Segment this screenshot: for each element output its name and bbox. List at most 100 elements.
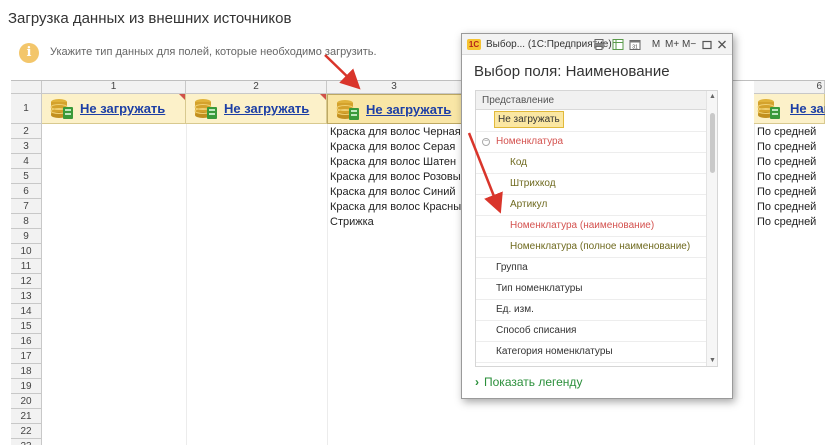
collapse-icon[interactable]: − [482, 138, 490, 146]
grid-cell[interactable]: По средней [757, 216, 816, 228]
row-header[interactable]: 8 [11, 214, 42, 229]
field-cell-3[interactable]: Не загружать [327, 94, 462, 124]
app-logo-icon: 1С [467, 39, 481, 50]
column-header-6[interactable]: 6 [754, 81, 825, 94]
grid-cell[interactable]: По средней [757, 156, 816, 168]
list-item[interactable]: Группа [476, 258, 706, 279]
row-header[interactable]: 5 [11, 169, 42, 184]
list-item-label: Тип номенклатуры [496, 283, 583, 294]
row-header[interactable]: 22 [11, 424, 42, 439]
row-header[interactable]: 3 [11, 139, 42, 154]
svg-text:31: 31 [632, 45, 638, 51]
info-icon: i [19, 43, 39, 63]
list-item[interactable]: Артикул [476, 195, 706, 216]
scroll-up-icon[interactable]: ▲ [708, 92, 717, 101]
grid-cell[interactable]: По средней [757, 126, 816, 138]
field-cell-2[interactable]: Не загружать [186, 94, 327, 124]
field-cell-6[interactable]: Не загружать [754, 94, 825, 124]
row-header[interactable]: 18 [11, 364, 42, 379]
calendar-icon[interactable]: 31 [629, 38, 641, 51]
row-header[interactable]: 2 [11, 124, 42, 139]
row-header[interactable]: 7 [11, 199, 42, 214]
dialog-heading: Выбор поля: Наименование [474, 63, 670, 80]
row-header[interactable]: 15 [11, 319, 42, 334]
row-header[interactable]: 1 [11, 94, 42, 124]
grid-cell[interactable]: По средней [757, 201, 816, 213]
hint-text: Укажите тип данных для полей, которые не… [50, 46, 377, 58]
list-item-label: Код [510, 157, 528, 168]
print-icon[interactable] [593, 38, 605, 51]
grid-cell[interactable]: Краска для волос Серая [330, 141, 455, 153]
list-item[interactable]: Не загружать [476, 111, 706, 132]
list-item[interactable]: П... (НДС...) [476, 363, 706, 366]
list-item[interactable]: Код [476, 153, 706, 174]
close-icon[interactable] [717, 38, 727, 51]
database-icon [757, 99, 780, 119]
list-item-label: Номенклатура (полное наименование) [510, 241, 691, 252]
field-select-dialog[interactable]: 1С Выбор... (1С:Предприятие) 31 M M+ M− … [461, 33, 733, 399]
row-header[interactable]: 10 [11, 244, 42, 259]
grid-cell[interactable]: По средней [757, 186, 816, 198]
scroll-thumb[interactable] [710, 113, 715, 173]
grid-cell[interactable]: Краска для волос Синий [330, 186, 456, 198]
list-item[interactable]: − Номенклатура [476, 132, 706, 153]
grid-corner [11, 81, 42, 94]
list-item-label: Номенклатура [496, 136, 564, 147]
grid-cell[interactable]: Краска для волос Черная [330, 126, 461, 138]
row-header[interactable]: 17 [11, 349, 42, 364]
field-cell-1[interactable]: Не загружать [42, 94, 186, 124]
page-title: Загрузка данных из внешних источников [8, 10, 292, 27]
field-link[interactable]: Не загружать [224, 101, 309, 116]
show-legend-link[interactable]: › Показать легенду [475, 375, 582, 389]
list-item[interactable]: Ед. изм. [476, 300, 706, 321]
row-header[interactable]: 6 [11, 184, 42, 199]
marker-corner [320, 94, 326, 100]
row-header[interactable]: 9 [11, 229, 42, 244]
grid-cell[interactable]: Краска для волос Розовый [330, 171, 467, 183]
list-scrollbar[interactable]: ▲ ▼ [706, 91, 717, 366]
database-icon [194, 99, 217, 119]
field-list[interactable]: Представление Не загружать − Номенклатура К… [475, 90, 718, 367]
row-header[interactable]: 13 [11, 289, 42, 304]
column-header-1[interactable]: 1 [42, 81, 186, 94]
row-header[interactable]: 16 [11, 334, 42, 349]
list-column-header: Представление [476, 91, 706, 110]
list-item[interactable]: Номенклатура (наименование) [476, 216, 706, 237]
marker-corner [179, 94, 185, 100]
grid-cell[interactable]: Стрижка [330, 216, 374, 228]
column-header-2[interactable]: 2 [186, 81, 327, 94]
column-header-3[interactable]: 3 [327, 81, 462, 94]
list-item[interactable]: Способ списания [476, 321, 706, 342]
maximize-icon[interactable] [702, 38, 712, 51]
grid-cell[interactable]: По средней [757, 141, 816, 153]
field-link[interactable]: Не загружать [80, 101, 165, 116]
memory-m-button[interactable]: M [651, 38, 661, 51]
grid-cell[interactable]: Краска для волос Красный [330, 201, 467, 213]
grid-cell[interactable]: По средней [757, 171, 816, 183]
row-header[interactable]: 4 [11, 154, 42, 169]
list-item-label: Способ списания [496, 325, 577, 336]
row-header[interactable]: 19 [11, 379, 42, 394]
scroll-down-icon[interactable]: ▼ [708, 356, 717, 365]
list-item-label: П... (НДС...) [496, 363, 551, 366]
row-header[interactable]: 21 [11, 409, 42, 424]
grid-cell[interactable]: Краска для волос Шатен [330, 156, 456, 168]
list-item[interactable]: Тип номенклатуры [476, 279, 706, 300]
list-item[interactable]: Штрихкод [476, 174, 706, 195]
list-item-label: Группа [496, 262, 528, 273]
list-item[interactable]: Номенклатура (полное наименование) [476, 237, 706, 258]
database-icon [336, 100, 359, 120]
memory-plus-button[interactable]: M+ [665, 38, 679, 51]
dialog-titlebar[interactable]: 1С Выбор... (1С:Предприятие) 31 M M+ M− [462, 34, 732, 55]
row-header[interactable]: 12 [11, 274, 42, 289]
row-header[interactable]: 23 [11, 439, 42, 445]
row-header[interactable]: 14 [11, 304, 42, 319]
field-link[interactable]: Не загружать [790, 101, 825, 116]
table-icon[interactable] [612, 38, 624, 51]
list-item[interactable]: Категория номенклатуры [476, 342, 706, 363]
row-header[interactable]: 20 [11, 394, 42, 409]
memory-minus-button[interactable]: M− [682, 38, 696, 51]
row-header[interactable]: 11 [11, 259, 42, 274]
field-link[interactable]: Не загружать [366, 102, 451, 117]
list-item-label: Номенклатура (наименование) [510, 220, 655, 231]
